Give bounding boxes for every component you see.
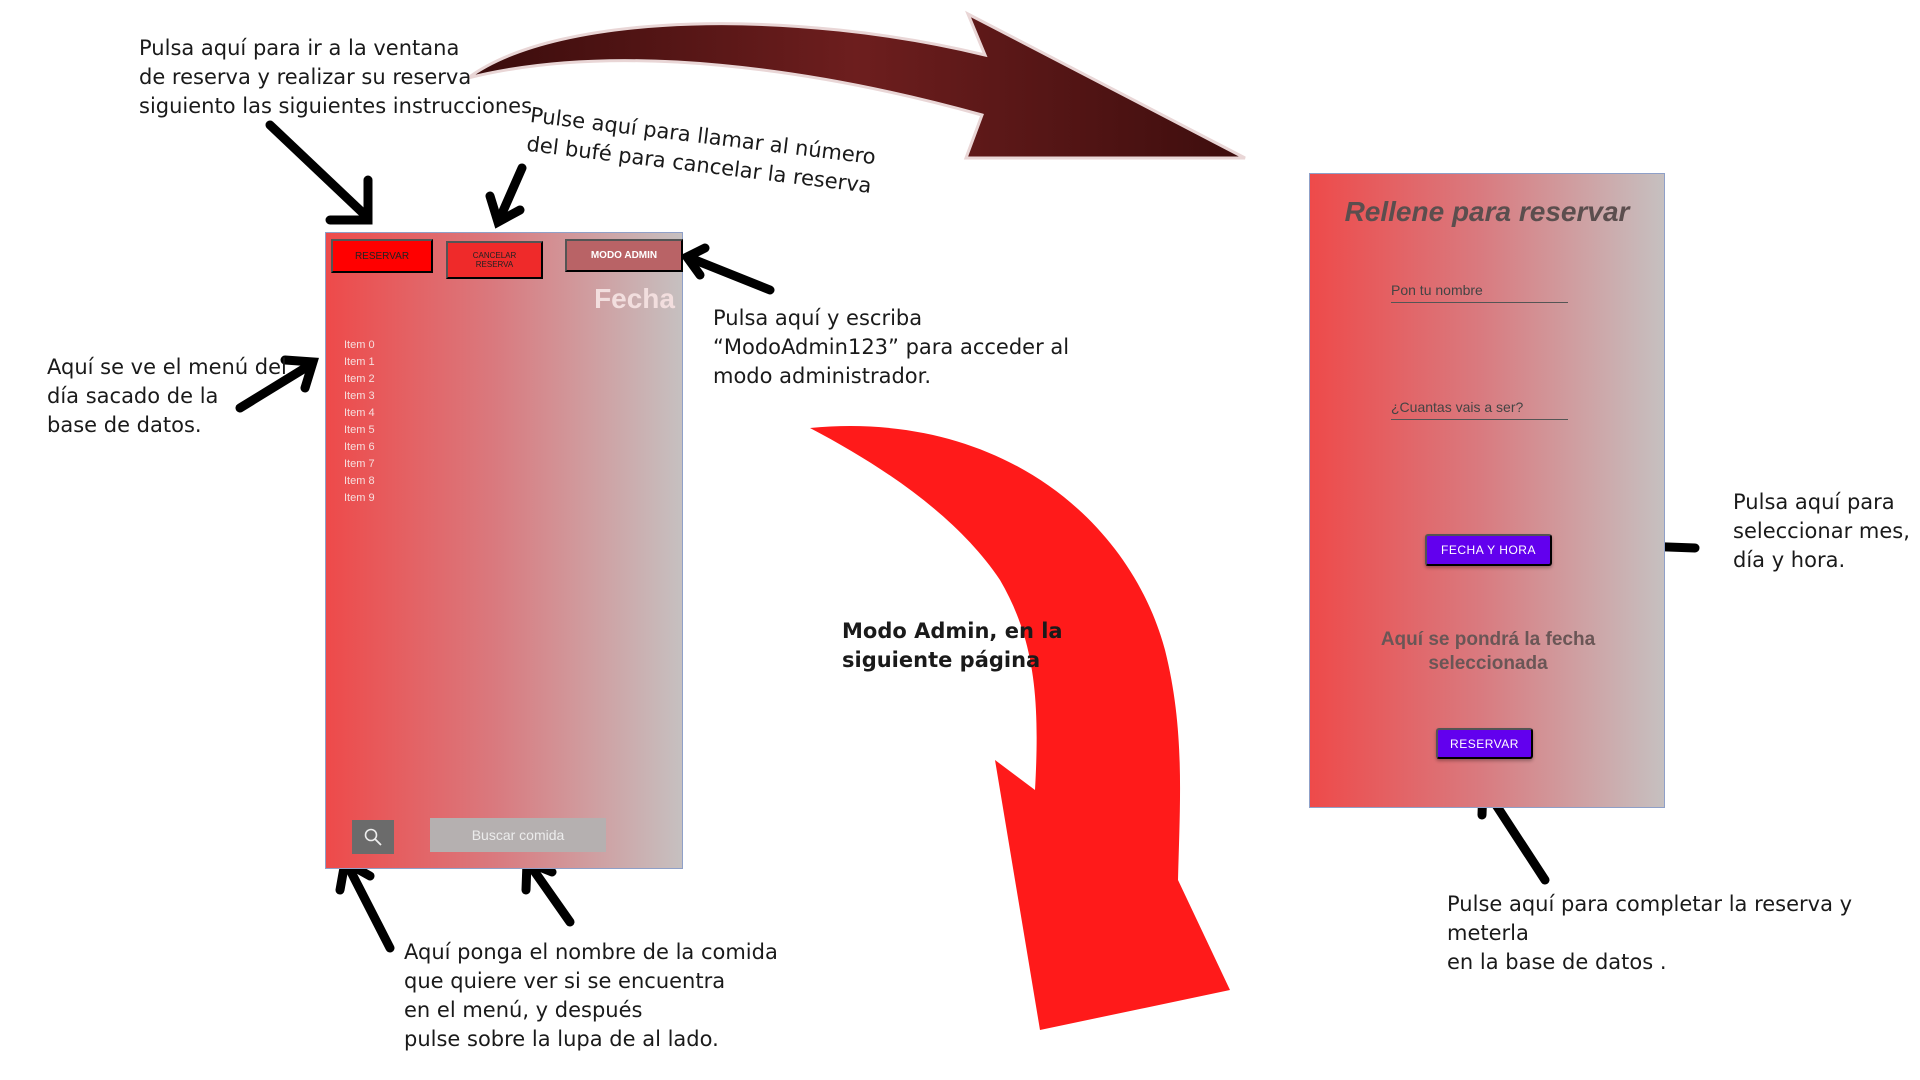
annotation-reservar-submit: Pulse aquí para completar la reserva y m… <box>1447 892 1853 974</box>
curved-arrow-red <box>810 426 1230 1030</box>
fecha-hora-button[interactable]: FECHA Y HORA <box>1425 534 1552 566</box>
booking-screen: Rellene para reservar FECHA Y HORA Aquí … <box>1309 173 1665 808</box>
people-count-field[interactable] <box>1391 395 1568 420</box>
list-item[interactable]: Item 7 <box>344 456 375 473</box>
annotation-fecha-hora: Pulsa aquí para seleccionar mes, día y h… <box>1733 490 1910 572</box>
submit-reservar-button[interactable]: RESERVAR <box>1436 728 1533 759</box>
list-item[interactable]: Item 0 <box>344 337 375 354</box>
list-item[interactable]: Item 8 <box>344 473 375 490</box>
annotation-reservar: Pulsa aquí para ir a la ventana de reser… <box>139 36 533 118</box>
magnifier-icon <box>364 828 382 846</box>
reservar-button[interactable]: RESERVAR <box>331 239 433 273</box>
search-input[interactable] <box>430 818 606 852</box>
modo-admin-button[interactable]: MODO ADMIN <box>565 239 683 272</box>
annotation-modo-admin-next: Modo Admin, en la siguiente página <box>842 619 1063 672</box>
cancelar-reserva-button[interactable]: CANCELAR RESERVA <box>446 241 543 279</box>
list-item[interactable]: Item 5 <box>344 422 375 439</box>
page-title: Rellene para reservar <box>1344 196 1630 227</box>
list-item[interactable]: Item 9 <box>344 490 375 507</box>
annotation-admin: Pulsa aquí y escriba “ModoAdmin123” para… <box>713 306 1070 388</box>
list-item[interactable]: Item 6 <box>344 439 375 456</box>
annotation-menu: Aquí se ve el menú del día sacado de la … <box>47 355 287 437</box>
list-item[interactable]: Item 1 <box>344 354 375 371</box>
annotation-search: Aquí ponga el nombre de la comida que qu… <box>404 940 778 1051</box>
arrow-to-reservar <box>265 120 370 220</box>
menu-list: Item 0 Item 1 Item 2 Item 3 Item 4 Item … <box>344 337 375 507</box>
main-screen: RESERVAR CANCELAR RESERVA MODO ADMIN Fec… <box>325 232 683 869</box>
search-button[interactable] <box>352 820 394 854</box>
list-item[interactable]: Item 2 <box>344 371 375 388</box>
name-field[interactable] <box>1391 278 1568 303</box>
list-item[interactable]: Item 3 <box>344 388 375 405</box>
date-label: Fecha <box>594 283 675 314</box>
list-item[interactable]: Item 4 <box>344 405 375 422</box>
selected-date-text: Aquí se pondrá la fecha seleccionada <box>1380 629 1596 674</box>
